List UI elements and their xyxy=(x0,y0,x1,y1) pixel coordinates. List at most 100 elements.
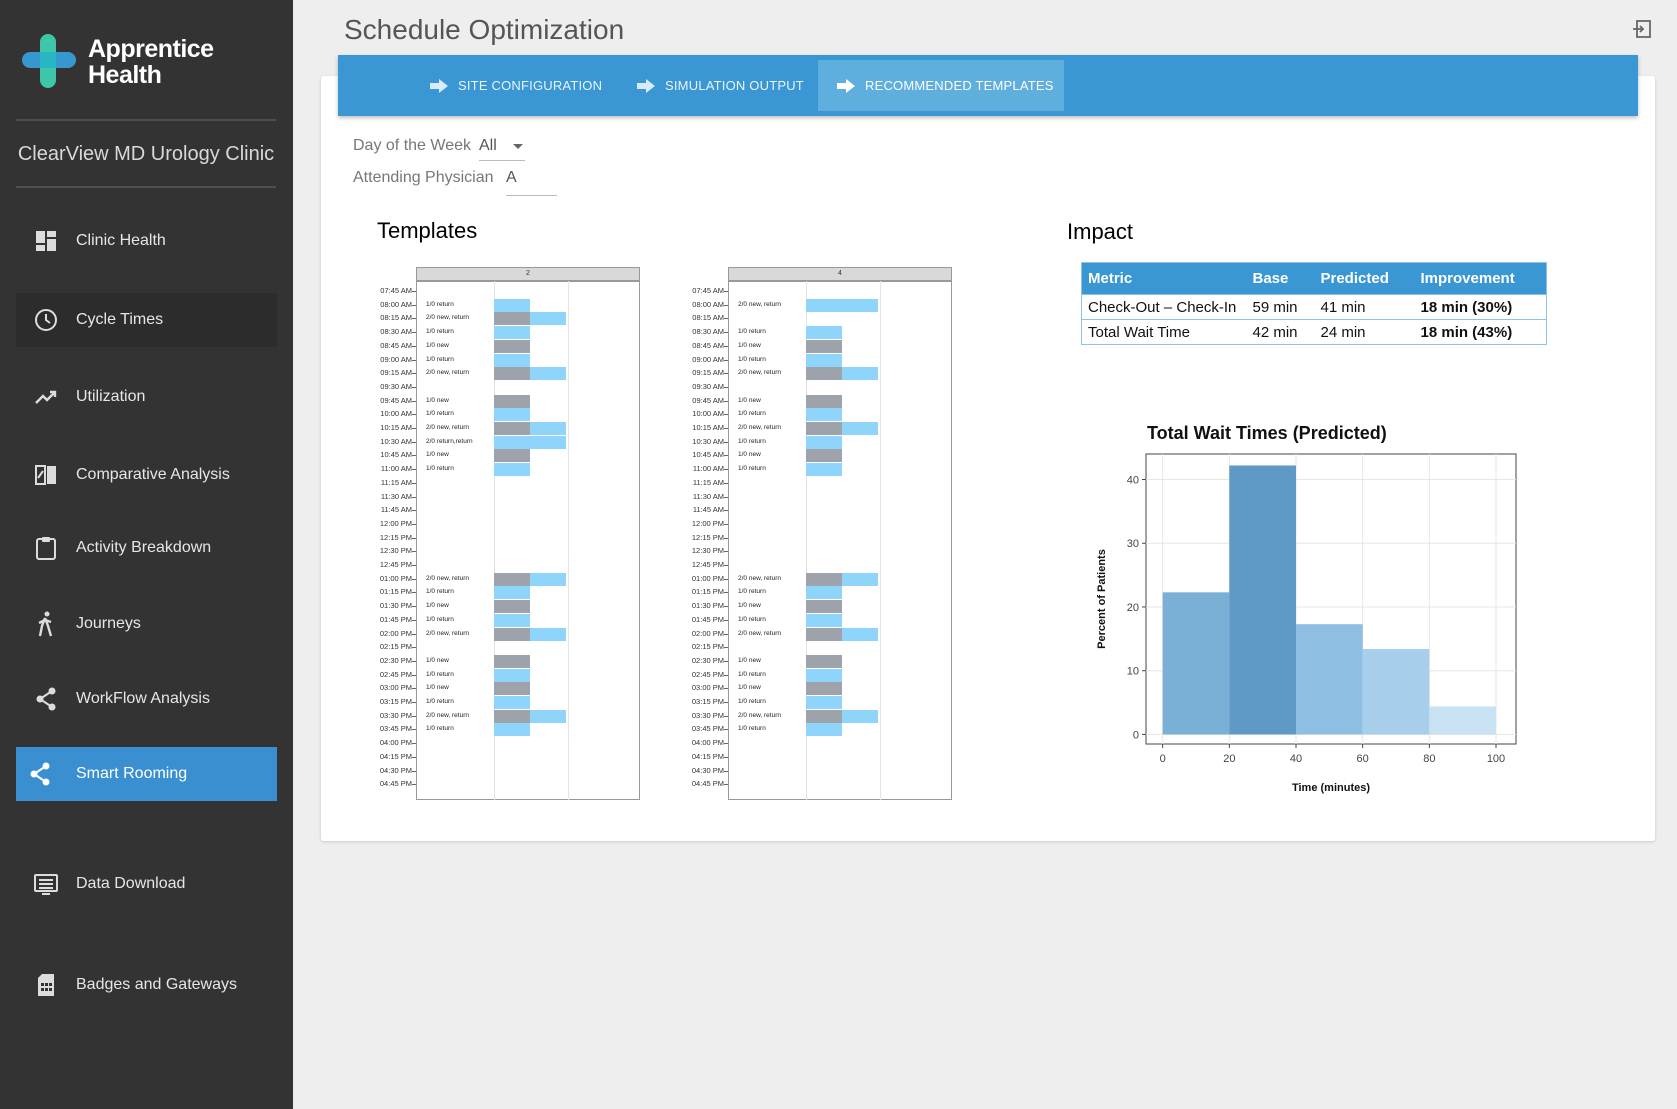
tab-recommended-templates[interactable]: RECOMMENDED TEMPLATES xyxy=(818,60,1064,111)
sidebar-item-cycle-times[interactable]: Cycle Times xyxy=(16,293,277,347)
slot-label: 1/0 new xyxy=(426,396,449,404)
sidebar-item-data-download[interactable]: Data Download xyxy=(16,857,277,911)
tab-simulation-output[interactable]: SIMULATION OUTPUT xyxy=(637,60,817,111)
time-label: 08:30 AM xyxy=(380,327,412,337)
booked-slot xyxy=(494,709,530,723)
sidebar-item-clinic-health[interactable]: Clinic Health xyxy=(16,214,277,268)
sidebar-item-workflow-analysis[interactable]: WorkFlow Analysis xyxy=(16,672,277,726)
day-of-week-label: Day of the Week xyxy=(353,137,471,154)
booked-slot xyxy=(806,654,842,668)
time-tick xyxy=(724,578,728,580)
slot-label: 1/0 new xyxy=(426,602,449,610)
sidebar-item-badges-and-gateways[interactable]: Badges and Gateways xyxy=(16,958,277,1012)
booked-slot xyxy=(494,682,530,696)
slot-label: 2/0 new, return xyxy=(426,424,469,431)
time-tick xyxy=(724,647,728,649)
time-tick xyxy=(412,510,416,512)
open-slot xyxy=(806,435,842,449)
sim-card-icon xyxy=(32,971,60,999)
time-tick xyxy=(724,304,728,306)
time-tick xyxy=(412,428,416,429)
time-tick xyxy=(412,702,416,703)
logo-cross-icon xyxy=(22,34,76,88)
sidebar-item-activity-breakdown[interactable]: Activity Breakdown xyxy=(16,521,277,575)
sidebar-item-smart-rooming[interactable]: Smart Rooming xyxy=(16,747,277,801)
open-slot xyxy=(842,572,878,586)
time-tick xyxy=(412,743,416,745)
slot-label: 1/0 new xyxy=(426,656,449,664)
y-tick-label: 40 xyxy=(1127,474,1139,486)
booked-slot xyxy=(494,654,530,668)
time-label: 03:15 PM xyxy=(691,697,724,706)
app-logo[interactable]: Apprentice Health xyxy=(22,34,262,94)
logout-icon[interactable] xyxy=(1632,19,1652,39)
time-tick xyxy=(724,702,728,703)
slot-label: 2/0 new, return xyxy=(738,300,781,308)
time-label: 08:30 AM xyxy=(692,327,724,337)
time-label: 08:00 AM xyxy=(692,299,724,309)
time-label: 02:00 PM xyxy=(379,628,412,638)
open-slot xyxy=(842,422,878,435)
sidebar-item-label: Comparative Analysis xyxy=(76,466,230,483)
tab-site-configuration[interactable]: SITE CONFIGURATION xyxy=(430,60,610,111)
x-tick-label: 40 xyxy=(1290,753,1302,765)
time-label: 09:00 AM xyxy=(692,354,724,364)
booked-slot xyxy=(494,339,530,353)
y-axis-title: Percent of Patients xyxy=(1096,549,1108,649)
day-of-week-select[interactable]: All xyxy=(479,137,525,161)
slot-label: 2/0 return,return xyxy=(426,437,473,445)
histogram-bar xyxy=(1296,624,1363,735)
open-slot xyxy=(806,696,842,709)
sidebar-item-label: Utilization xyxy=(76,388,146,405)
slot-label: 2/0 new, return xyxy=(426,711,469,719)
slot-label: 2/0 new, return xyxy=(738,629,781,637)
time-label: 10:45 AM xyxy=(692,450,724,460)
time-tick xyxy=(724,729,728,731)
column-header: Improvement xyxy=(1414,262,1547,295)
time-tick xyxy=(724,688,728,690)
time-tick xyxy=(412,729,416,731)
slot-label: 1/0 new xyxy=(738,602,761,610)
time-tick xyxy=(724,523,728,525)
attending-physician-input[interactable]: A xyxy=(506,169,557,196)
clinic-name[interactable]: ClearView MD Urology Clinic xyxy=(16,143,276,166)
wait-times-chart: 0 20 40 60 80 100 0 10 20 30 40 Total Wait Times (P… xyxy=(1096,423,1517,794)
slot-label: 2/0 new, return xyxy=(426,314,469,322)
share-icon xyxy=(26,760,54,788)
sidebar-item-label: Badges and Gateways xyxy=(76,976,237,993)
time-label: 03:00 PM xyxy=(379,683,412,693)
x-tick-label: 20 xyxy=(1223,753,1235,765)
time-label: 09:15 AM xyxy=(692,368,724,378)
histogram-bar xyxy=(1162,592,1230,735)
attending-physician-label: Attending Physician xyxy=(353,169,494,186)
time-label: 10:00 AM xyxy=(380,409,412,419)
x-axis-title: Time (minutes) xyxy=(1292,782,1370,794)
sidebar-item-comparative-analysis[interactable]: Comparative Analysis xyxy=(16,448,277,502)
time-tick xyxy=(412,537,416,539)
time-label: 11:15 AM xyxy=(692,477,724,487)
time-tick xyxy=(724,592,728,594)
column-header: Metric xyxy=(1081,262,1247,295)
time-tick xyxy=(724,345,728,347)
tab-label: SITE CONFIGURATION xyxy=(458,78,603,93)
sidebar-item-journeys[interactable]: Journeys xyxy=(16,597,277,651)
impact-table: Metric Base Predicted Improvement Check-… xyxy=(1081,262,1547,345)
share-icon xyxy=(32,685,60,713)
sidebar-item-utilization[interactable]: Utilization xyxy=(16,370,277,424)
booked-slot xyxy=(806,572,842,586)
time-tick xyxy=(724,565,728,566)
time-tick xyxy=(724,660,728,662)
time-label: 09:45 AM xyxy=(380,395,412,405)
time-tick xyxy=(724,510,728,512)
day-of-week-value: All xyxy=(479,137,497,154)
arrow-right-icon xyxy=(430,78,448,93)
histogram-bar xyxy=(1229,465,1296,735)
sidebar: Apprentice Health ClearView MD Urology C… xyxy=(0,0,293,1109)
open-slot xyxy=(494,586,530,600)
open-slot xyxy=(806,408,842,422)
time-label: 03:00 PM xyxy=(691,683,724,693)
grid-line xyxy=(568,281,569,800)
time-tick xyxy=(724,619,728,621)
slot-label: 1/0 return xyxy=(738,725,766,733)
time-label: 03:45 PM xyxy=(379,724,412,734)
